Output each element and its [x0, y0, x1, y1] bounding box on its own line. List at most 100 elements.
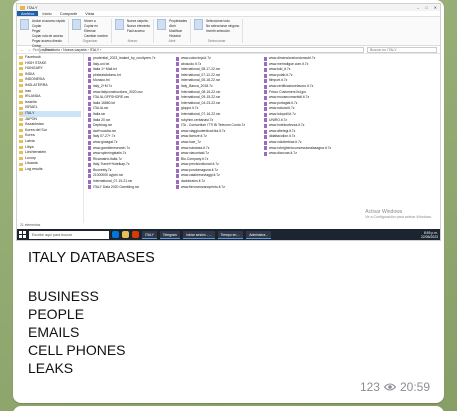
folder-icon: [19, 84, 23, 88]
search-input[interactable]: Buscar en ITALY: [367, 46, 437, 53]
folder-icon: [19, 145, 23, 149]
ribbon-command[interactable]: Seleccionar todo: [206, 19, 239, 23]
folder-icon: [19, 89, 23, 93]
ribbon-command[interactable]: Modificar: [169, 29, 187, 33]
file-item[interactable]: www.dicurcas.it.7z: [264, 151, 348, 157]
ribbon-command[interactable]: Eliminar: [84, 29, 108, 33]
tab-archivo[interactable]: Archivo: [17, 11, 39, 16]
next-message-bubble: [13, 406, 444, 411]
archive-file-icon: [88, 79, 91, 84]
ribbon-command[interactable]: Fácil acceso: [127, 29, 150, 33]
file-item[interactable]: ITALY Data 2020 Gambling.rar: [88, 185, 172, 191]
ribbon-command[interactable]: Mover a: [84, 19, 108, 23]
archive-file-icon: [264, 95, 267, 100]
ribbon-command[interactable]: Pegar: [32, 29, 65, 33]
file-item[interactable]: www.fienovenzanoprinto.it.7z: [176, 185, 260, 191]
activate-windows-watermark: Activar Windows Ve a Configuración para …: [365, 209, 432, 219]
file-column: www.colorninja.it.7z abusodo.it.7z interna…: [176, 56, 260, 221]
taskbar-app-button[interactable]: Iniciar sesión - ...: [182, 230, 215, 239]
archive-file-icon: [88, 140, 91, 145]
up-arrow-icon[interactable]: ↑: [34, 47, 36, 52]
file-explorer-screenshot[interactable]: ITALY – □ ✕ Archivo Inicio Compartir Vis…: [16, 3, 441, 241]
ribbon-command[interactable]: Cambiar nombre: [84, 34, 108, 38]
archive-file-icon: [88, 107, 91, 112]
ribbon-command[interactable]: Invertir selección: [206, 29, 239, 33]
archive-file-icon: [88, 118, 91, 123]
archive-file-icon: [264, 123, 267, 128]
forward-arrow-icon[interactable]: →: [27, 47, 31, 52]
ribbon-command[interactable]: Copiar ruta de acceso: [32, 34, 65, 38]
folder-icon: [19, 61, 23, 65]
ribbon-command[interactable]: Copiar: [32, 24, 65, 28]
address-path[interactable]: « Escritorio › Nueva carpeta › ITALY ›: [39, 46, 364, 53]
archive-file-icon: [176, 163, 179, 168]
ribbon-command[interactable]: Historial: [169, 34, 187, 38]
maximize-icon[interactable]: □: [425, 5, 427, 10]
tab-vista[interactable]: Vista: [81, 11, 98, 16]
archive-file-icon: [176, 90, 179, 95]
archive-file-icon: [264, 90, 267, 95]
archive-file-icon: [88, 101, 91, 106]
archive-file-icon: [176, 179, 179, 184]
folder-icon: [19, 112, 23, 116]
archive-file-icon: [264, 84, 267, 89]
eye-icon: [383, 383, 396, 391]
archive-file-icon: [264, 135, 267, 140]
ribbon-command[interactable]: Anclar al acceso rápido: [32, 19, 65, 23]
ribbon-command[interactable]: Abrir: [169, 24, 187, 28]
nav-folder-label: Log results: [25, 166, 43, 171]
message-time: 20:59: [399, 380, 430, 394]
archive-file-icon: [88, 174, 91, 179]
archive-file-icon: [88, 129, 91, 134]
window-titlebar: ITALY – □ ✕: [17, 4, 440, 11]
archive-file-icon: [88, 56, 91, 61]
ribbon-command[interactable]: Propiedades: [169, 19, 187, 23]
tab-compartir[interactable]: Compartir: [56, 11, 82, 16]
file-name: www.fienovenzanoprinto.it.7z: [181, 184, 225, 189]
file-list: prudential_2023_leaked_by_nocityzen.7z it…: [84, 54, 440, 223]
folder-icon: [19, 95, 23, 99]
file-name: www.dicurcas.it.7z: [269, 151, 297, 156]
close-icon[interactable]: ✕: [434, 5, 437, 10]
tab-inicio[interactable]: Inicio: [38, 11, 55, 16]
ribbon-command-icon[interactable]: [157, 19, 167, 30]
taskbar-app-button[interactable]: ITALY: [142, 230, 157, 239]
archive-file-icon: [264, 79, 267, 84]
taskbar-app-button[interactable]: Telegram: [159, 230, 180, 239]
ribbon-group-name: Nuevo: [127, 39, 138, 43]
minimize-icon[interactable]: –: [417, 5, 419, 10]
archive-file-icon: [176, 56, 179, 61]
ribbon-command-icon[interactable]: [114, 19, 124, 30]
browser-icon[interactable]: [132, 231, 139, 238]
task-view-icon[interactable]: [112, 231, 119, 238]
ribbon-command[interactable]: Pegar acceso directo: [32, 39, 65, 43]
archive-file-icon: [88, 112, 91, 117]
folder-icon: [19, 129, 23, 133]
window-controls[interactable]: – □ ✕: [417, 5, 437, 10]
folder-icon: [19, 56, 23, 60]
archive-file-icon: [264, 129, 267, 134]
message-meta: 123 20:59: [360, 380, 430, 394]
ribbon-command-icon[interactable]: [194, 19, 204, 30]
taskbar-clock[interactable]: 8:55 p.m. 22/06/2023: [421, 231, 438, 239]
ribbon-command[interactable]: Copiar en: [84, 24, 108, 28]
file-explorer-icon[interactable]: [122, 231, 129, 238]
archive-file-icon: [176, 129, 179, 134]
archive-file-icon: [176, 84, 179, 89]
back-arrow-icon[interactable]: ←: [20, 47, 24, 52]
taskbar-app-button[interactable]: Tiempo en ...: [217, 230, 244, 239]
ribbon-command[interactable]: No seleccionar ninguno: [206, 24, 239, 28]
folder-icon: [19, 117, 23, 121]
taskbar-app-button[interactable]: Administra...: [246, 230, 272, 239]
taskbar-search[interactable]: Escribe aquí para buscar: [29, 230, 109, 239]
nav-folder-item[interactable]: Log results: [19, 167, 81, 173]
ribbon-command[interactable]: Nueva carpeta: [127, 19, 150, 23]
ribbon-command-icon[interactable]: [72, 19, 82, 30]
archive-file-icon: [176, 112, 179, 117]
windows-start-icon[interactable]: [19, 231, 26, 238]
archive-file-icon: [264, 101, 267, 106]
ribbon-command[interactable]: Nuevo elemento: [127, 24, 150, 28]
archive-file-icon: [88, 151, 91, 156]
ribbon-command-icon[interactable]: [20, 19, 29, 30]
file-column: prudential_2023_leaked_by_nocityzen.7z it…: [88, 56, 172, 221]
